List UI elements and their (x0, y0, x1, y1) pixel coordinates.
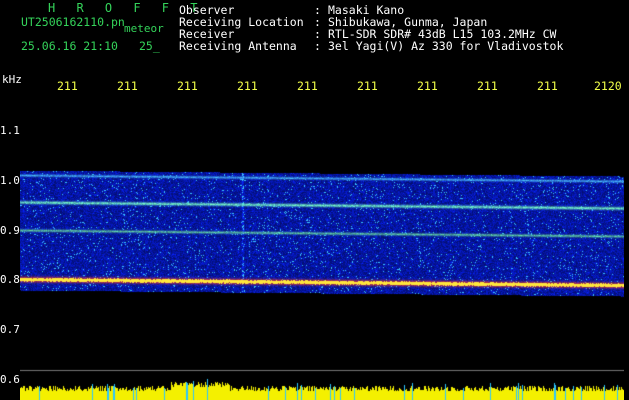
y-tick-0.9: 0.9 (0, 224, 20, 237)
count-label: 25_ (139, 39, 160, 53)
y-tick-1.1: 1.1 (0, 124, 20, 137)
y-axis-unit: kHz (2, 73, 22, 86)
spectrogram-canvas (20, 90, 624, 400)
antenna-colon: : (314, 39, 321, 53)
y-tick-0.6: 0.6 (0, 373, 20, 386)
antenna-label: Receiving Antenna (179, 39, 297, 53)
filename-label: UT2506162110.pn (21, 15, 125, 29)
antenna-value: 3el Yagi(V) Az 330 for Vladivostok (328, 39, 564, 53)
y-tick-1.0: 1.0 (0, 174, 20, 187)
meteor-label: meteor (124, 22, 164, 35)
y-tick-0.8: 0.8 (0, 273, 20, 286)
datetime-label: 25.06.16 21:10 (21, 39, 118, 53)
y-tick-0.7: 0.7 (0, 323, 20, 336)
